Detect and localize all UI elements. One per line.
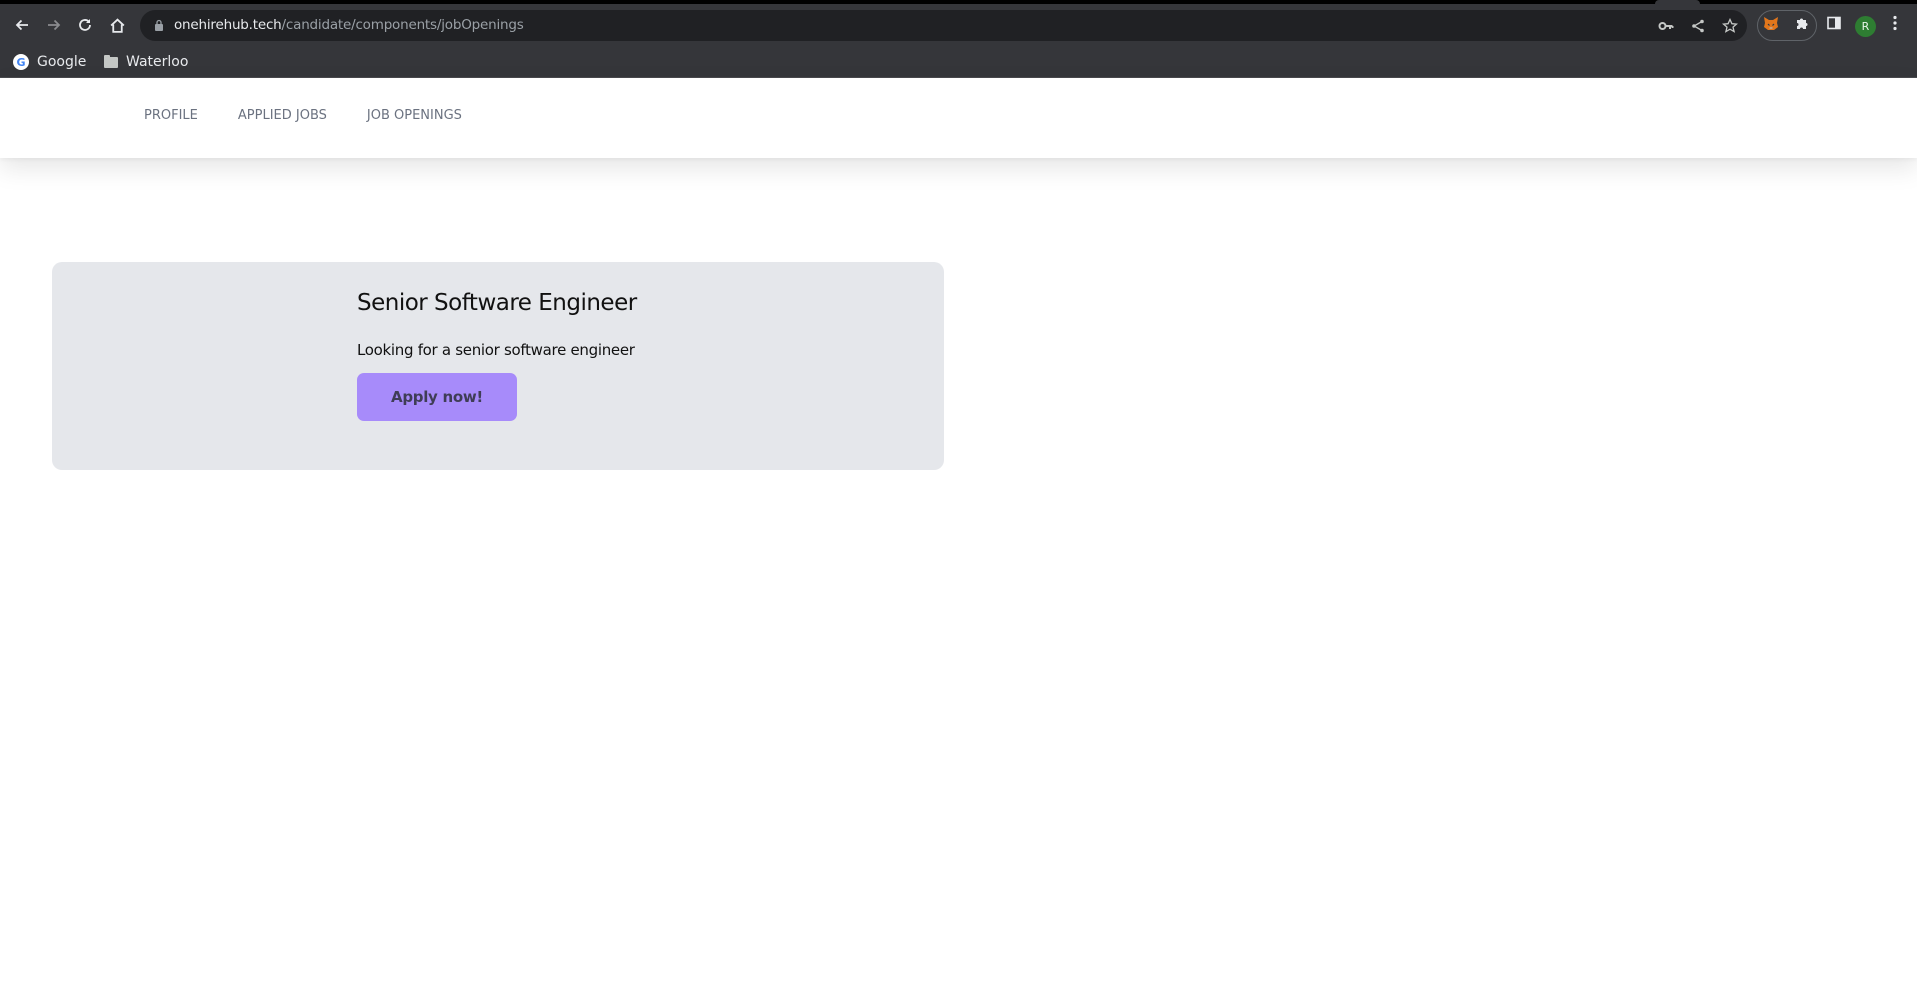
browser-menu-button[interactable] [1884,12,1906,34]
job-card: Senior Software Engineer Looking for a s… [52,262,944,470]
job-card-content: Senior Software Engineer Looking for a s… [357,290,737,421]
forward-button[interactable] [41,12,67,38]
page-content: PROFILE APPLIED JOBS JOB OPENINGS Senior… [0,78,1917,998]
arrow-right-icon [48,19,61,31]
apply-now-button[interactable]: Apply now! [357,373,517,421]
back-button[interactable] [9,12,35,38]
extensions-button[interactable] [1791,12,1813,34]
bookmark-label: Waterloo [126,54,189,70]
nav-job-openings[interactable]: JOB OPENINGS [367,108,462,123]
share-icon [1692,19,1704,33]
bookmark-star-button[interactable] [1719,15,1741,37]
folder-icon [104,54,118,68]
google-icon: G [13,54,29,70]
bookmark-waterloo[interactable]: Waterloo [104,52,188,72]
url-host: onehirehub.tech [174,17,282,33]
home-icon [110,17,124,33]
share-button[interactable] [1687,15,1709,37]
nav-profile[interactable]: PROFILE [144,108,198,123]
url-path: /candidate/components/jobOpenings [281,17,524,33]
key-icon [1658,22,1674,30]
side-panel-icon [1827,16,1841,30]
reload-icon [79,19,91,31]
home-button[interactable] [104,12,130,38]
main-nav: PROFILE APPLIED JOBS JOB OPENINGS [144,108,462,123]
bookmark-label: Google [37,54,87,70]
fox-icon [1764,17,1778,30]
metamask-extension-button[interactable] [1760,12,1782,34]
nav-applied-jobs[interactable]: APPLIED JOBS [238,108,327,123]
star-icon [1722,18,1738,33]
job-title: Senior Software Engineer [357,290,637,316]
side-panel-button[interactable] [1823,12,1845,34]
profile-avatar[interactable]: R [1855,16,1876,37]
app-header: PROFILE APPLIED JOBS JOB OPENINGS [0,78,1917,158]
browser-toolbar: onehirehub.tech/candidate/components/job… [0,4,1917,46]
reload-button[interactable] [72,12,98,38]
bookmarks-bar: G Google Waterloo [0,46,1917,78]
address-bar[interactable]: onehirehub.tech/candidate/components/job… [140,10,1747,41]
kebab-menu-icon [1893,15,1897,31]
bookmark-google[interactable]: G Google [13,52,86,72]
job-description: Looking for a senior software engineer [357,341,635,359]
lock-icon [155,19,163,31]
password-key-button[interactable] [1655,15,1677,37]
url-text[interactable]: onehirehub.tech/candidate/components/job… [174,17,524,33]
arrow-left-icon [15,19,28,31]
puzzle-icon [1797,18,1808,29]
